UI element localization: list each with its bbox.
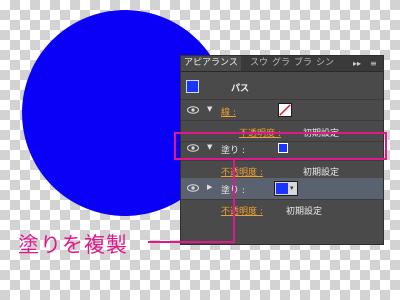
chevron-down-icon: ▾ — [290, 184, 294, 192]
panel-tab-bar: アピアランス スウ グラ ブラ シン ▸▸ ≡ — [181, 56, 383, 72]
duplicate-fill-highlight-box — [174, 132, 387, 160]
tab-symbols[interactable]: シン — [313, 56, 337, 71]
annotation-label: 塗りを複製 — [18, 233, 128, 257]
fill-row-selected[interactable]: ▶ 塗り : ▾ — [181, 178, 383, 199]
tab-brushes[interactable]: ブラ — [291, 56, 315, 71]
opacity-value: 初期設定 — [303, 168, 340, 178]
stroke-none-swatch[interactable] — [278, 103, 292, 117]
fill-opacity-row[interactable]: 不透明度 : 初期設定 — [181, 199, 383, 219]
callout-line-horizontal — [148, 241, 235, 243]
visibility-eye-icon[interactable] — [187, 106, 199, 114]
tab-appearance[interactable]: アピアランス — [181, 56, 241, 71]
expand-triangle-icon[interactable]: ▼ — [207, 105, 212, 113]
panel-menu-icon[interactable]: ≡ — [370, 58, 377, 69]
tab-swatches[interactable]: スウ — [247, 56, 271, 71]
opacity-label[interactable]: 不透明度 : — [221, 165, 263, 178]
fill-swatch-dropdown[interactable]: ▾ — [274, 181, 298, 196]
visibility-eye-icon[interactable] — [187, 184, 199, 192]
fill-color-swatch — [276, 183, 288, 194]
opacity-value: 初期設定 — [286, 207, 323, 217]
opacity-label[interactable]: 不透明度 : — [221, 204, 263, 217]
stroke-row[interactable]: ▼ 線 : — [181, 100, 383, 120]
fill-opacity-row[interactable]: 不透明度 : 初期設定 — [181, 160, 383, 180]
callout-line-vertical — [233, 160, 235, 243]
tab-overflow-icon[interactable]: ▸▸ — [353, 58, 361, 69]
object-row[interactable]: パス — [181, 76, 383, 98]
stroke-label[interactable]: 線 : — [221, 105, 236, 118]
tab-gradient[interactable]: グラ — [269, 56, 293, 71]
collapse-triangle-icon[interactable]: ▶ — [207, 183, 212, 191]
object-type-label: パス — [231, 84, 250, 94]
object-thumbnail — [186, 80, 199, 93]
